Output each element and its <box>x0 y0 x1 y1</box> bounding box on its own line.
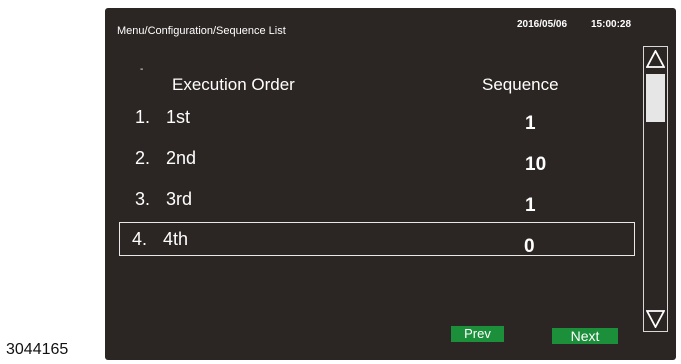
row-execution-order: 2nd <box>166 148 197 168</box>
row-execution-order: 4th <box>163 229 189 249</box>
list-item[interactable]: 1. 1st 1 <box>119 106 635 140</box>
row-execution-order: 1st <box>166 107 191 127</box>
device-screen: Menu/Configuration/Sequence List 2016/05… <box>105 8 676 360</box>
time-display: 15:00:28 <box>591 19 632 30</box>
row-sequence-value[interactable]: 0 <box>524 236 535 258</box>
row-number: 4. <box>132 229 148 249</box>
column-marker: - <box>140 64 144 75</box>
list-item-selected[interactable]: 4. 4th 0 <box>119 222 635 258</box>
list-item[interactable]: 2. 2nd 10 <box>119 147 635 181</box>
row-sequence-value[interactable]: 1 <box>525 113 536 135</box>
figure-code: 3044165 <box>6 341 69 358</box>
list-item[interactable]: 3. 3rd 1 <box>119 188 635 222</box>
arrow-up-icon[interactable] <box>645 49 666 68</box>
column-header-sequence: Sequence <box>482 75 559 94</box>
next-button[interactable]: Next <box>552 328 618 344</box>
row-sequence-value[interactable]: 1 <box>525 195 536 217</box>
prev-button[interactable]: Prev <box>451 326 504 342</box>
column-header-execution-order: Execution Order <box>172 75 295 94</box>
row-number: 3. <box>135 189 151 209</box>
row-execution-order: 3rd <box>166 189 193 209</box>
arrow-down-icon[interactable] <box>645 310 666 329</box>
date-display: 2016/05/06 <box>517 19 568 30</box>
row-sequence-value[interactable]: 10 <box>525 154 546 176</box>
scrollbar-thumb[interactable] <box>646 74 665 122</box>
scrollbar[interactable] <box>643 46 668 332</box>
breadcrumb: Menu/Configuration/Sequence List <box>117 25 286 37</box>
row-number: 1. <box>135 107 151 127</box>
row-number: 2. <box>135 148 151 168</box>
